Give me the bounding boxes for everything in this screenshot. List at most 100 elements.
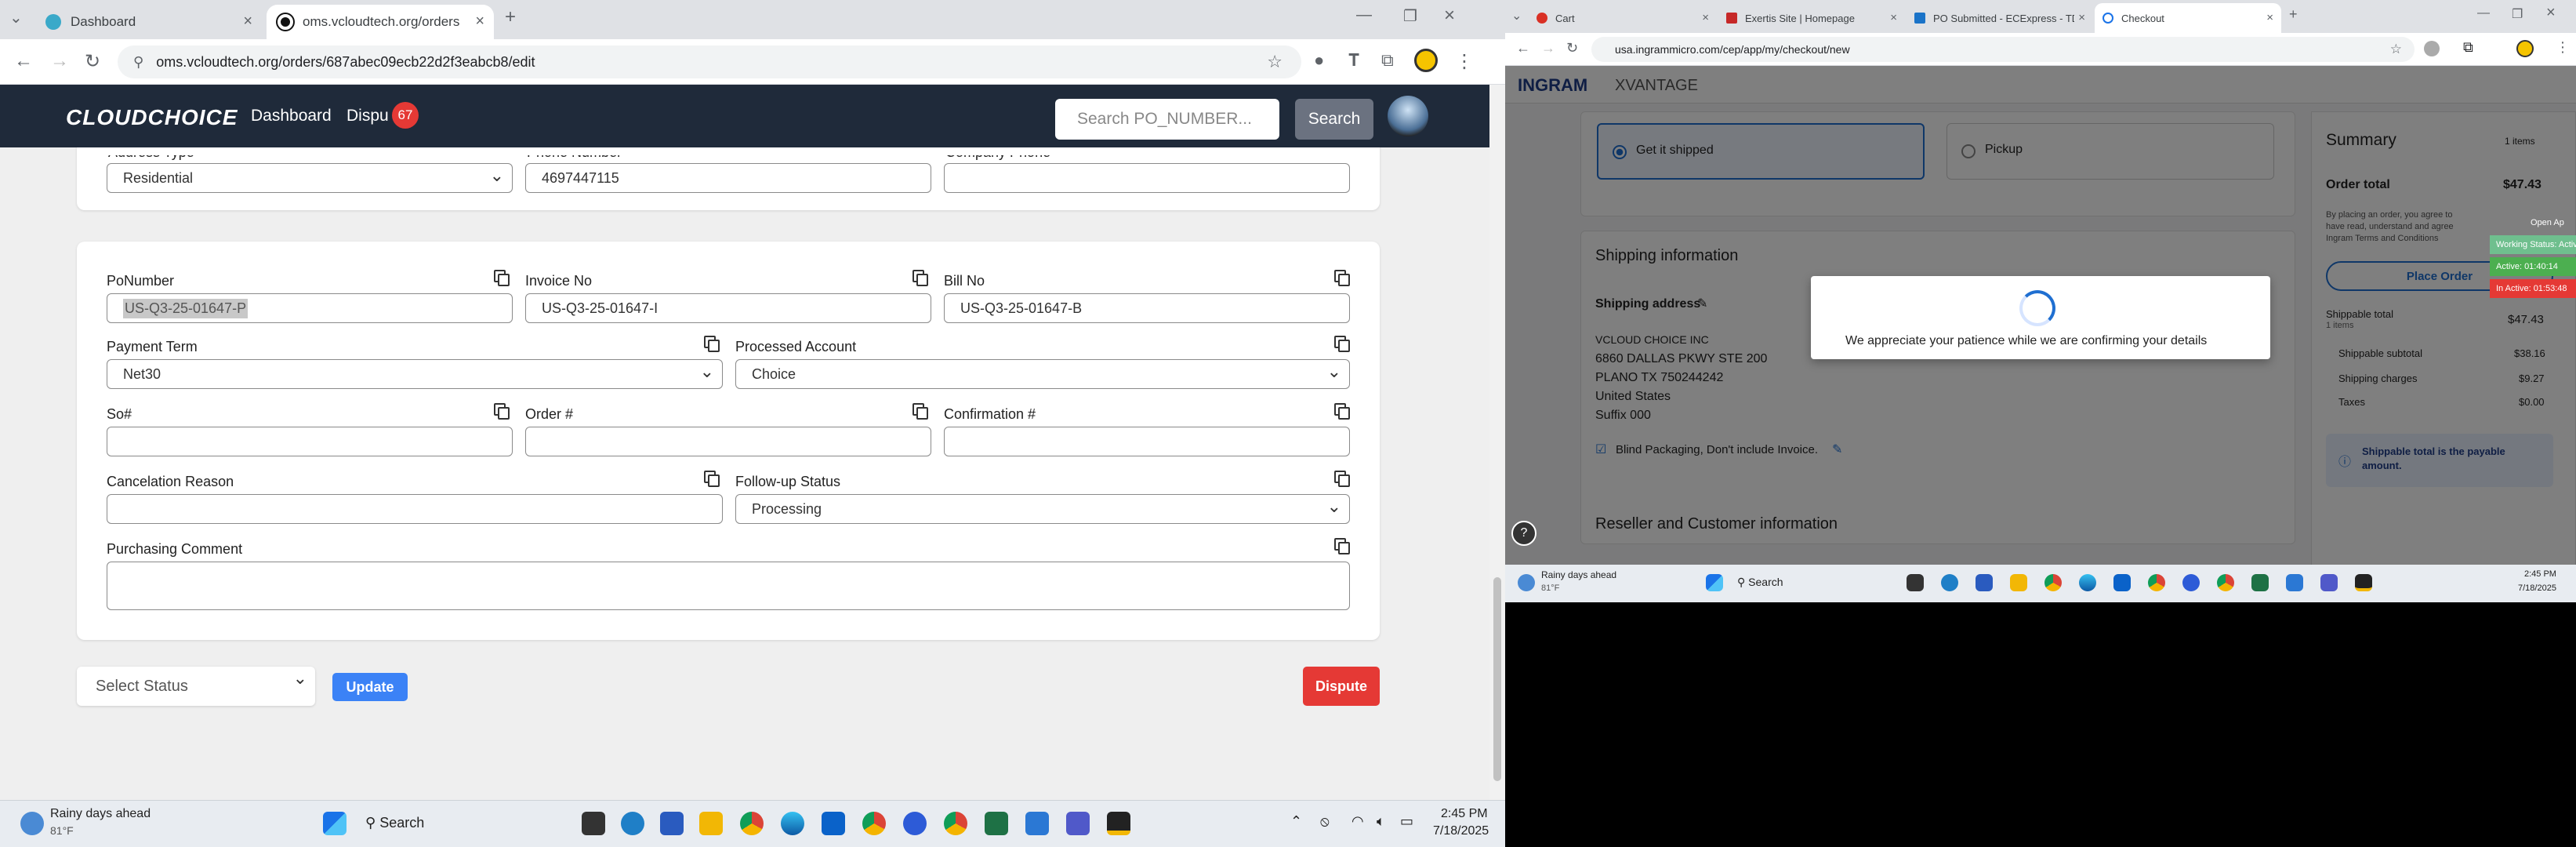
folder-icon[interactable] bbox=[699, 812, 723, 835]
user-avatar[interactable] bbox=[1388, 96, 1428, 136]
browser-app-icon[interactable] bbox=[1941, 574, 1958, 591]
folder-icon[interactable] bbox=[2010, 574, 2027, 591]
reload-icon[interactable]: ↻ bbox=[85, 50, 100, 73]
close-tab-icon[interactable]: × bbox=[475, 13, 484, 31]
clock-time[interactable]: 2:45 PM bbox=[2524, 569, 2556, 579]
reader-mode-icon[interactable]: 𝐓 bbox=[1348, 50, 1359, 71]
po-search-input[interactable]: Search PO_NUMBER... bbox=[1055, 99, 1279, 140]
copy-confirmation-icon[interactable] bbox=[1334, 403, 1350, 420]
extension-icon[interactable] bbox=[2424, 41, 2440, 56]
sticky-app-icon[interactable] bbox=[2355, 574, 2372, 591]
forward-icon[interactable]: → bbox=[1541, 40, 1555, 56]
tray-chevron-icon[interactable]: ⌃ bbox=[1290, 813, 1302, 830]
company-phone-input[interactable] bbox=[944, 163, 1350, 193]
tab-cart[interactable]: Cart × bbox=[1529, 3, 1717, 33]
new-tab-icon[interactable]: + bbox=[2289, 6, 2298, 23]
weather-icon[interactable] bbox=[1518, 574, 1535, 591]
scrollbar-thumb[interactable] bbox=[1493, 577, 1501, 781]
close-tab-icon[interactable]: × bbox=[1890, 11, 1897, 24]
copy-cancel-reason-icon[interactable] bbox=[704, 471, 720, 487]
minimize-icon[interactable]: — bbox=[1356, 6, 1372, 24]
copy-payment-term-icon[interactable] bbox=[704, 336, 720, 352]
chrome-alt-icon[interactable] bbox=[944, 812, 967, 835]
extensions-puzzle-icon[interactable]: ⧉ bbox=[1381, 50, 1394, 71]
start-icon[interactable] bbox=[1706, 574, 1723, 591]
new-tab-icon[interactable]: + bbox=[505, 6, 516, 28]
so-input[interactable] bbox=[107, 427, 513, 456]
copy-processed-account-icon[interactable] bbox=[1334, 336, 1350, 352]
outlook-icon[interactable] bbox=[822, 812, 845, 835]
chrome-profile-icon[interactable] bbox=[862, 812, 886, 835]
close-tab-icon[interactable]: × bbox=[2078, 11, 2085, 24]
bill-input[interactable]: US-Q3-25-01647-B bbox=[944, 293, 1350, 323]
tab-list-chevron-icon[interactable]: ⌄ bbox=[9, 8, 23, 27]
chrome-icon[interactable] bbox=[740, 812, 764, 835]
tab-dashboard[interactable]: Dashboard × bbox=[34, 5, 262, 39]
copy-comment-icon[interactable] bbox=[1334, 538, 1350, 554]
taskbar-search[interactable]: ⚲ Search bbox=[1737, 576, 1783, 589]
tab-list-chevron-icon[interactable]: ⌄ bbox=[1511, 8, 1522, 24]
nav-dashboard-link[interactable]: Dashboard bbox=[251, 107, 332, 125]
po-number-input[interactable]: US-Q3-25-01647-P bbox=[107, 293, 513, 323]
chrome-icon[interactable] bbox=[2044, 574, 2062, 591]
edge-icon[interactable] bbox=[2079, 574, 2096, 591]
update-button[interactable]: Update bbox=[332, 673, 408, 701]
tab-exertis[interactable]: Exertis Site | Homepage × bbox=[1718, 3, 1905, 33]
wifi-icon[interactable]: ◠ bbox=[1351, 813, 1364, 830]
weather-icon[interactable] bbox=[20, 812, 44, 835]
task-view-icon[interactable] bbox=[582, 812, 605, 835]
volume-icon[interactable]: 🔈︎ bbox=[1377, 813, 1385, 830]
status-select[interactable]: Select Status bbox=[77, 667, 315, 706]
extensions-puzzle-icon[interactable]: ⧉ bbox=[2463, 39, 2473, 56]
dispute-button[interactable]: Dispute bbox=[1303, 667, 1380, 706]
reload-icon[interactable]: ↻ bbox=[1566, 40, 1578, 56]
chrome-alt-icon[interactable] bbox=[2217, 574, 2234, 591]
purchasing-comment-textarea[interactable] bbox=[107, 562, 1350, 610]
order-number-input[interactable] bbox=[525, 427, 931, 456]
browser-menu-icon[interactable]: ⋮ bbox=[1455, 50, 1474, 73]
address-bar[interactable]: ⚲ oms.vcloudtech.org/orders/687abec09ecb… bbox=[118, 45, 1301, 78]
followup-select[interactable]: Processing bbox=[735, 494, 1350, 524]
minimize-icon[interactable]: — bbox=[2477, 6, 2490, 20]
clock-date[interactable]: 7/18/2025 bbox=[1433, 824, 1489, 838]
copy-so-icon[interactable] bbox=[494, 403, 510, 420]
back-icon[interactable]: ← bbox=[1516, 40, 1530, 56]
close-window-icon[interactable]: × bbox=[1444, 5, 1455, 27]
calculator-icon[interactable] bbox=[1976, 574, 1993, 591]
payment-term-select[interactable]: Net30 bbox=[107, 359, 723, 389]
close-window-icon[interactable]: × bbox=[2546, 4, 2556, 22]
copy-order-icon[interactable] bbox=[912, 403, 928, 420]
zoom-icon[interactable] bbox=[903, 812, 927, 835]
copy-invoice-icon[interactable] bbox=[912, 270, 928, 286]
nav-dispute-link[interactable]: Dispu bbox=[346, 107, 389, 125]
excel-icon[interactable] bbox=[985, 812, 1008, 835]
bookmark-star-icon[interactable]: ☆ bbox=[1267, 52, 1283, 72]
back-icon[interactable]: ← bbox=[14, 50, 33, 72]
excel-icon[interactable] bbox=[2251, 574, 2269, 591]
profile-icon[interactable] bbox=[1414, 49, 1438, 72]
maximize-icon[interactable]: ❐ bbox=[1403, 6, 1417, 26]
clock-time[interactable]: 2:45 PM bbox=[1441, 807, 1488, 821]
forward-icon[interactable]: → bbox=[50, 50, 69, 72]
cancel-reason-input[interactable] bbox=[107, 494, 723, 524]
sticky-app-icon[interactable] bbox=[1107, 812, 1130, 835]
task-view-icon[interactable] bbox=[1907, 574, 1924, 591]
search-button[interactable]: Search bbox=[1295, 99, 1373, 140]
close-tab-icon[interactable]: × bbox=[2266, 11, 2273, 24]
tab-checkout[interactable]: Checkout × bbox=[2095, 3, 2281, 33]
close-tab-icon[interactable]: × bbox=[1702, 11, 1709, 24]
edge-icon[interactable] bbox=[781, 812, 804, 835]
invoice-input[interactable]: US-Q3-25-01647-I bbox=[525, 293, 931, 323]
extension-circle-icon[interactable]: ● bbox=[1314, 50, 1324, 71]
copy-followup-icon[interactable] bbox=[1334, 471, 1350, 487]
tab-order-edit[interactable]: oms.vcloudtech.org/orders/687 × bbox=[267, 5, 494, 39]
taskbar-search[interactable]: ⚲ Search bbox=[365, 815, 424, 831]
browser-app-icon[interactable] bbox=[621, 812, 644, 835]
camera-off-icon[interactable]: ⦸ bbox=[1320, 813, 1330, 830]
start-icon[interactable] bbox=[323, 812, 346, 835]
zoom-icon[interactable] bbox=[2182, 574, 2200, 591]
site-info-icon[interactable]: ⚲ bbox=[133, 54, 143, 71]
teams-icon[interactable] bbox=[1066, 812, 1090, 835]
copy-po-icon[interactable] bbox=[494, 270, 510, 286]
battery-icon[interactable]: ▭ bbox=[1400, 813, 1413, 830]
